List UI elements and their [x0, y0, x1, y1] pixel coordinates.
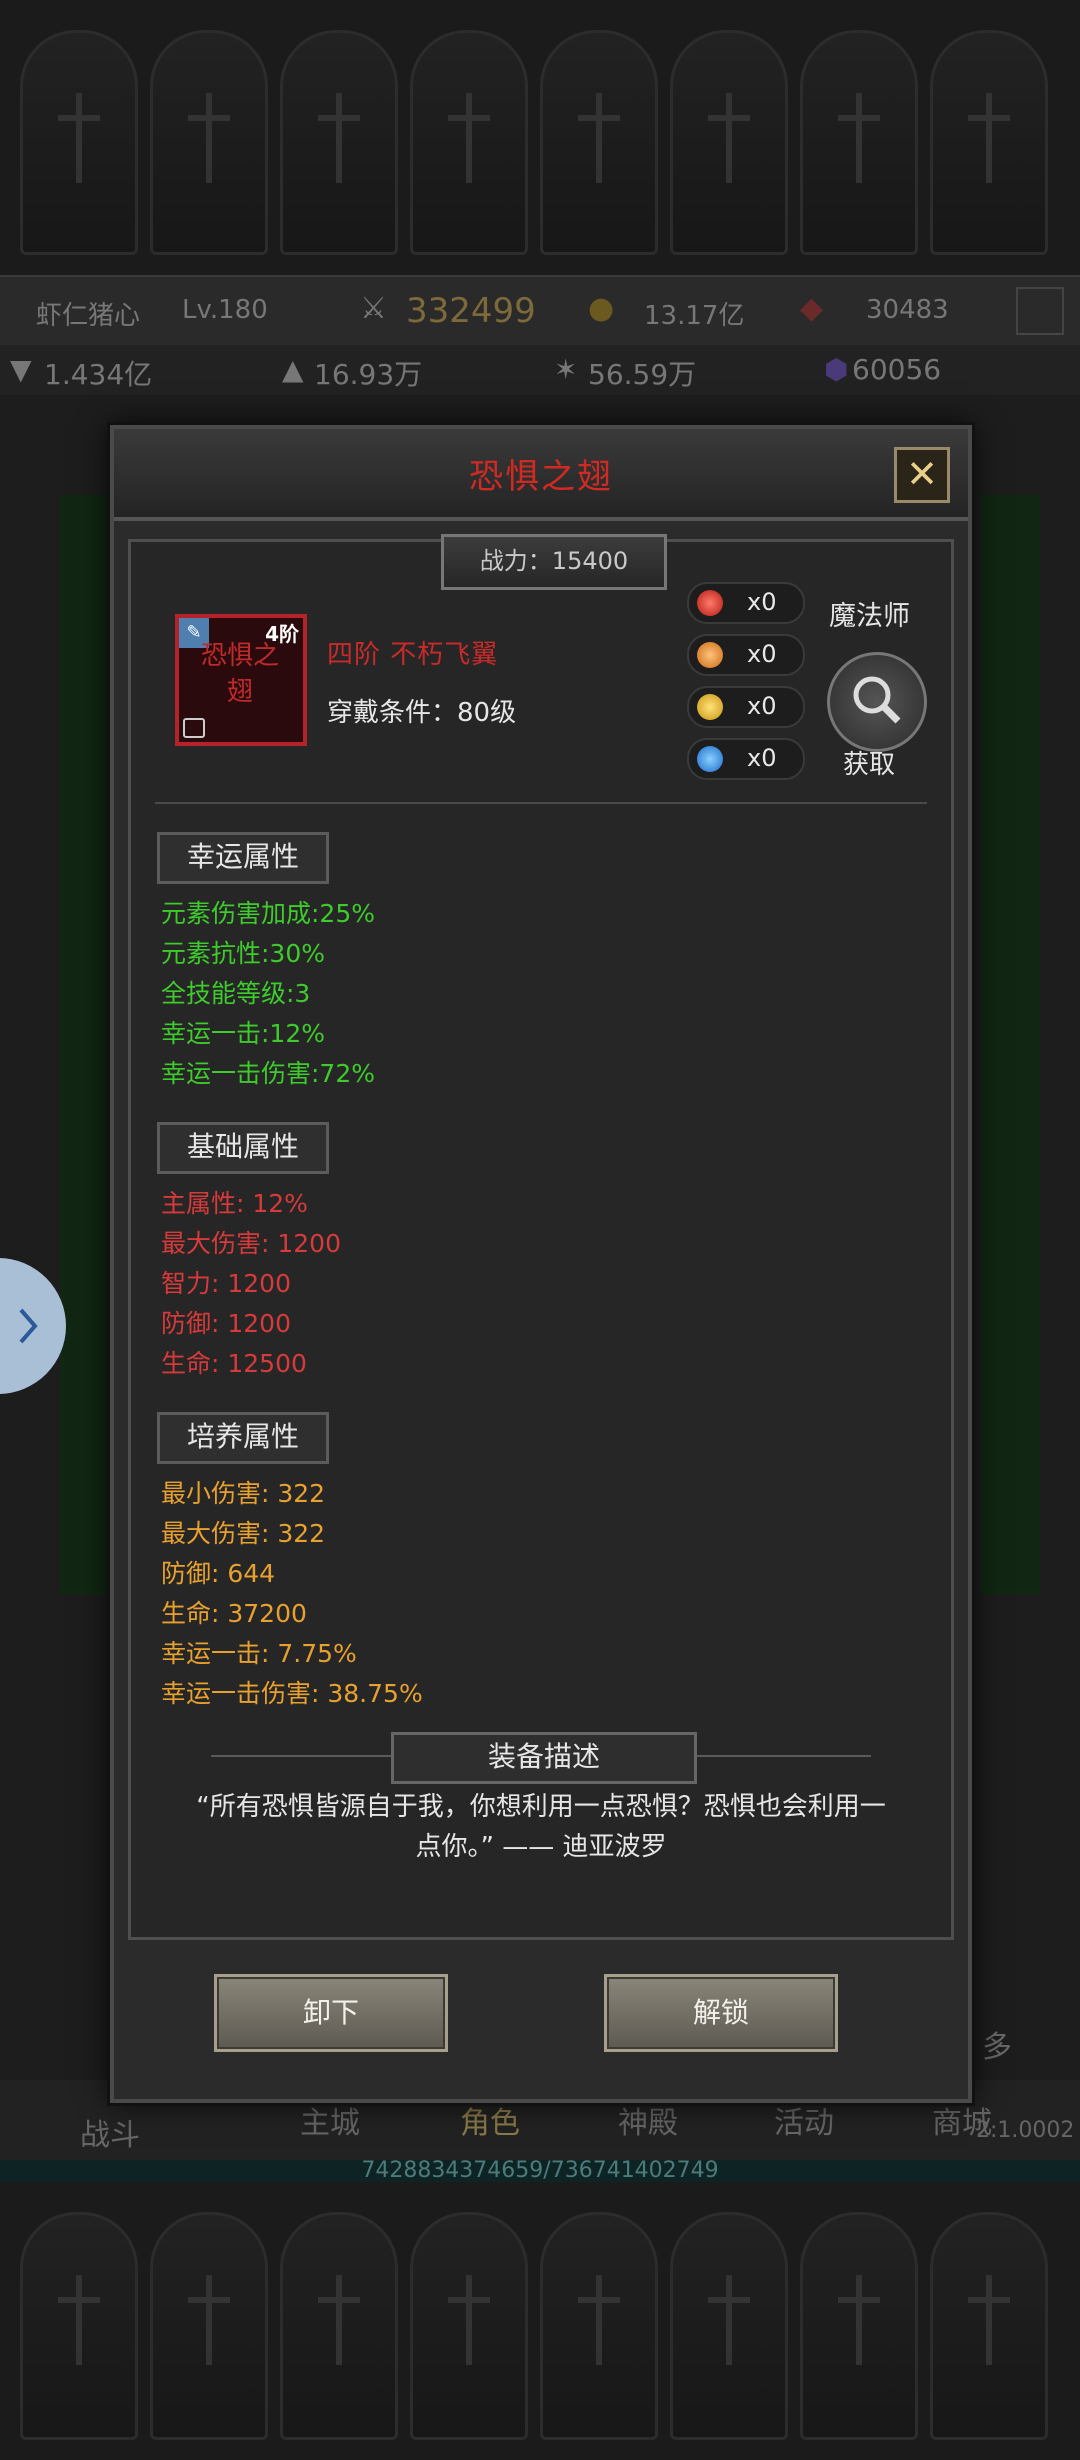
player-status-bar: 虾仁猪心 Lv.180 ⚔ 332499 ● 13.17亿 ◆ 30483	[0, 275, 1080, 349]
gem-slot-yellow[interactable]: x0	[687, 686, 805, 728]
basic-attr: 防御: 1200	[161, 1309, 291, 1338]
dialog-header: 恐惧之翅 ✕	[114, 429, 968, 521]
res1-icon: ▼	[10, 353, 32, 386]
dialog-body: 战力：15400 ✎ 4阶 恐惧之翅 四阶 不朽飞翼 穿戴条件：80级 x0 x…	[128, 534, 954, 1940]
background-bottom	[0, 2182, 1080, 2460]
gem-count: x0	[747, 640, 777, 668]
power-badge: 战力：15400	[441, 534, 667, 590]
gem-value: 30483	[866, 295, 949, 325]
lucky-attr: 幸运一击:12%	[161, 1019, 325, 1048]
menu-icon[interactable]	[1016, 287, 1064, 335]
gold-value: 13.17亿	[644, 301, 745, 331]
item-title: 四阶 不朽飞翼	[327, 640, 499, 670]
cultivate-attr: 幸运一击: 7.75%	[161, 1639, 357, 1668]
gem-count: x0	[747, 692, 777, 720]
player-level: Lv.180	[182, 295, 268, 325]
cultivate-attr: 最小伤害: 322	[161, 1479, 326, 1508]
gold-icon: ●	[588, 291, 615, 326]
magnifier-icon	[853, 676, 901, 724]
equipment-dialog: 恐惧之翅 ✕ 战力：15400 ✎ 4阶 恐惧之翅 四阶 不朽飞翼 穿戴条件：8…	[110, 425, 972, 2103]
obtain-button[interactable]	[827, 652, 927, 752]
lucky-attr: 幸运一击伤害:72%	[161, 1059, 375, 1088]
gem-slot-red[interactable]: x0	[687, 582, 805, 624]
exp-progress: 7428834374659/736741402749	[0, 2160, 1080, 2182]
obtain-label: 获取	[843, 750, 896, 780]
combat-power-value: 332499	[406, 291, 536, 331]
player-name: 虾仁猪心	[36, 301, 141, 331]
ratio-label: 2:1.0002	[976, 2118, 1075, 2143]
res1-value: 1.434亿	[44, 358, 153, 391]
cultivate-attributes-heading: 培养属性	[157, 1412, 329, 1464]
res3-icon: ✶	[554, 353, 578, 386]
gem-icon: ◆	[800, 291, 824, 326]
nav-role[interactable]: 角色	[460, 2098, 520, 2142]
lucky-attributes-heading: 幸运属性	[157, 832, 329, 884]
cultivate-attr: 防御: 644	[161, 1559, 276, 1588]
nav-battle[interactable]: 战斗	[80, 2110, 140, 2154]
item-icon[interactable]: ✎ 4阶 恐惧之翅	[175, 614, 307, 746]
basic-attr: 主属性: 12%	[161, 1189, 308, 1218]
nav-activity[interactable]: 活动	[774, 2098, 834, 2142]
basic-attr: 生命: 12500	[161, 1349, 307, 1378]
blue-gem-icon	[697, 746, 723, 772]
lucky-attr: 元素伤害加成:25%	[161, 899, 375, 928]
res3-value: 56.59万	[588, 358, 697, 391]
cultivate-attr: 生命: 37200	[161, 1599, 307, 1628]
item-requirement: 穿戴条件：80级	[327, 698, 517, 728]
gem-count: x0	[747, 588, 777, 616]
res2-icon: ▲	[282, 353, 304, 386]
res4-icon: ⬢	[824, 353, 849, 386]
gem-slot-orange[interactable]: x0	[687, 634, 805, 676]
lucky-attr: 全技能等级:3	[161, 979, 311, 1008]
res4-value: 60056	[852, 353, 942, 386]
lucky-attr: 元素抗性:30%	[161, 939, 325, 968]
dialog-title: 恐惧之翅	[469, 457, 613, 497]
background-top	[0, 0, 1080, 275]
basic-attr: 智力: 1200	[161, 1269, 291, 1298]
yellow-gem-icon	[697, 694, 723, 720]
close-button[interactable]: ✕	[894, 447, 950, 503]
item-icon-name: 恐惧之翅	[200, 641, 279, 707]
basic-attributes-heading: 基础属性	[157, 1122, 329, 1174]
chevron-right-icon	[19, 1308, 38, 1344]
cultivate-attr: 幸运一击伤害: 38.75%	[161, 1679, 423, 1708]
more-label[interactable]: 多	[982, 2022, 1012, 2066]
lock-icon	[183, 718, 205, 738]
divider	[155, 802, 927, 804]
cultivate-attr: 最大伤害: 322	[161, 1519, 326, 1548]
gem-slot-blue[interactable]: x0	[687, 738, 805, 780]
class-label: 魔法师	[829, 601, 910, 632]
description-text: “所有恐惧皆源自于我，你想利用一点恐惧？恐惧也会利用一点你。” —— 迪亚波罗	[196, 1792, 886, 1862]
nav-city[interactable]: 主城	[300, 2098, 360, 2142]
orange-gem-icon	[697, 642, 723, 668]
res2-value: 16.93万	[314, 358, 423, 391]
resource-bar: ▼ 1.434亿 ▲ 16.93万 ✶ 56.59万 ⬢ 60056	[0, 345, 1080, 395]
close-icon: ✕	[906, 452, 938, 496]
gem-count: x0	[747, 744, 777, 772]
description-heading: 装备描述	[391, 1732, 697, 1784]
nav-temple[interactable]: 神殿	[618, 2098, 678, 2142]
unequip-button[interactable]: 卸下	[214, 1974, 448, 2052]
unlock-button[interactable]: 解锁	[604, 1974, 838, 2052]
red-gem-icon	[697, 590, 723, 616]
basic-attr: 最大伤害: 1200	[161, 1229, 341, 1258]
swords-icon: ⚔	[360, 291, 387, 326]
